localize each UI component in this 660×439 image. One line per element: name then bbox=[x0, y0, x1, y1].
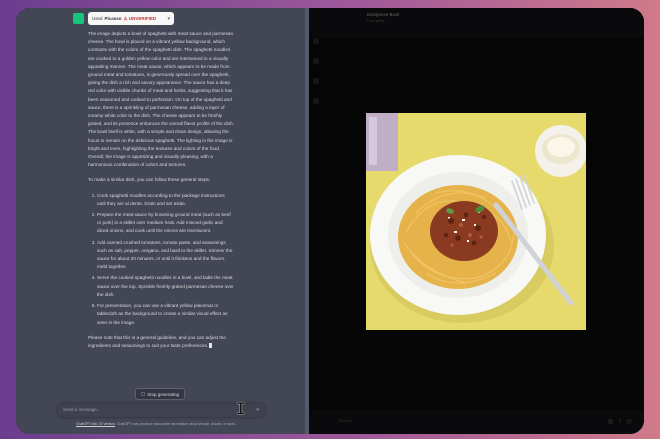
footer-disclaimer: ChatGPT Mar 23 Version. ChatGPT may prod… bbox=[76, 422, 236, 426]
message-closing: Please note that this is a general guide… bbox=[88, 334, 226, 349]
list-item: Add canned crushed tomatoes, tomato past… bbox=[97, 239, 234, 272]
list-item: For presentation, you can use a vibrant … bbox=[97, 302, 234, 327]
send-icon[interactable]: ➤ bbox=[256, 407, 260, 413]
plugin-used-pill[interactable]: Used Picasso ⚠ UNVERIFIED ▾ bbox=[88, 12, 174, 25]
viewer-bottom-label: Photos bbox=[339, 418, 352, 423]
viewer-bottom-bar: Photos ▦⇪▤ bbox=[309, 410, 644, 434]
viewer-action-icons[interactable]: ▦⇪▤ bbox=[608, 418, 636, 425]
message-steps-intro: To make a similar dish, you can follow t… bbox=[88, 177, 211, 183]
grid-icon[interactable]: ▦ bbox=[608, 419, 618, 425]
stop-generating-button[interactable]: ▢ Stop generating bbox=[135, 388, 185, 400]
chat-panel: Used Picasso ⚠ UNVERIFIED ▾ The image de… bbox=[16, 8, 305, 434]
version-link[interactable]: ChatGPT Mar 23 Version bbox=[76, 422, 115, 426]
plugin-used-label: Used bbox=[92, 16, 103, 21]
message-intro: The image depicts a bowl of spaghetti wi… bbox=[88, 31, 234, 168]
viewer-sidebar bbox=[313, 38, 321, 418]
list-item: Prepare the meat sauce by browning groun… bbox=[97, 211, 234, 236]
viewer-subtitle: Food photo bbox=[367, 19, 385, 23]
typing-cursor bbox=[209, 343, 213, 349]
window-frame: Used Picasso ⚠ UNVERIFIED ▾ The image de… bbox=[16, 8, 644, 434]
message-input-placeholder: Send a message... bbox=[63, 407, 101, 412]
trash-icon[interactable]: ▤ bbox=[626, 419, 636, 425]
viewer-toolbar: Bolognese Bowl Food photo bbox=[309, 8, 644, 38]
steps-list: Cook spaghetti noodles according to the … bbox=[88, 192, 234, 327]
photo-viewer-panel: Bolognese Bowl Food photo Photos ▦⇪▤ bbox=[309, 8, 644, 434]
text-cursor-icon: I bbox=[236, 399, 246, 418]
spaghetti-photo[interactable] bbox=[366, 113, 586, 330]
assistant-avatar bbox=[73, 13, 84, 24]
viewer-title: Bolognese Bowl bbox=[367, 12, 400, 17]
assistant-message: The image depicts a bowl of spaghetti wi… bbox=[88, 30, 234, 357]
plugin-name: Picasso bbox=[104, 16, 122, 21]
message-input[interactable]: Send a message... ➤ bbox=[58, 404, 265, 417]
footer-text: . ChatGPT may produce inaccurate informa… bbox=[115, 422, 236, 426]
list-item: Serve the cooked spaghetti noodles in a … bbox=[97, 274, 234, 299]
list-item: Cook spaghetti noodles according to the … bbox=[97, 192, 234, 208]
share-icon[interactable]: ⇪ bbox=[617, 419, 626, 425]
unverified-badge: ⚠ UNVERIFIED bbox=[123, 15, 157, 21]
chevron-down-icon: ▾ bbox=[167, 15, 170, 22]
stop-square-icon: ▢ bbox=[140, 391, 146, 396]
stop-generating-label: Stop generating bbox=[147, 391, 180, 397]
